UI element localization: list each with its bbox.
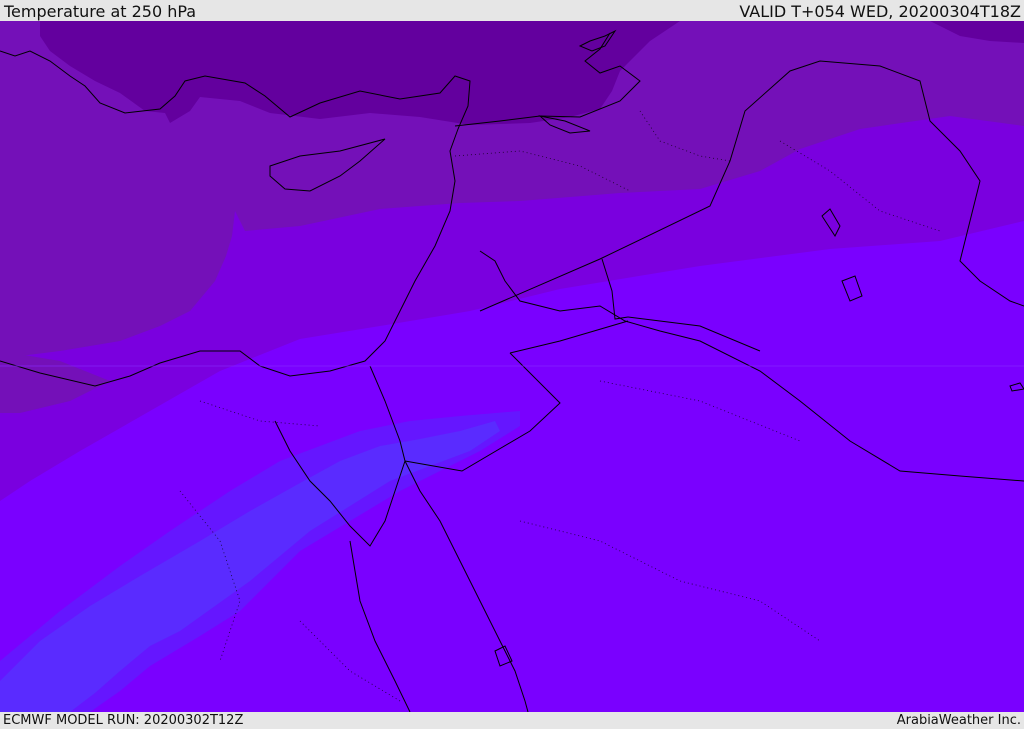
temperature-map <box>0 21 1024 712</box>
model-run-label: ECMWF MODEL RUN: 20200302T12Z <box>3 713 244 728</box>
map-footer: ECMWF MODEL RUN: 20200302T12Z ArabiaWeat… <box>0 712 1024 729</box>
valid-time: VALID T+054 WED, 20200304T18Z <box>739 2 1021 21</box>
credit-label: ArabiaWeather Inc. <box>896 713 1021 728</box>
map-canvas <box>0 21 1024 712</box>
map-header: Temperature at 250 hPa VALID T+054 WED, … <box>0 0 1024 21</box>
map-title: Temperature at 250 hPa <box>4 2 197 21</box>
